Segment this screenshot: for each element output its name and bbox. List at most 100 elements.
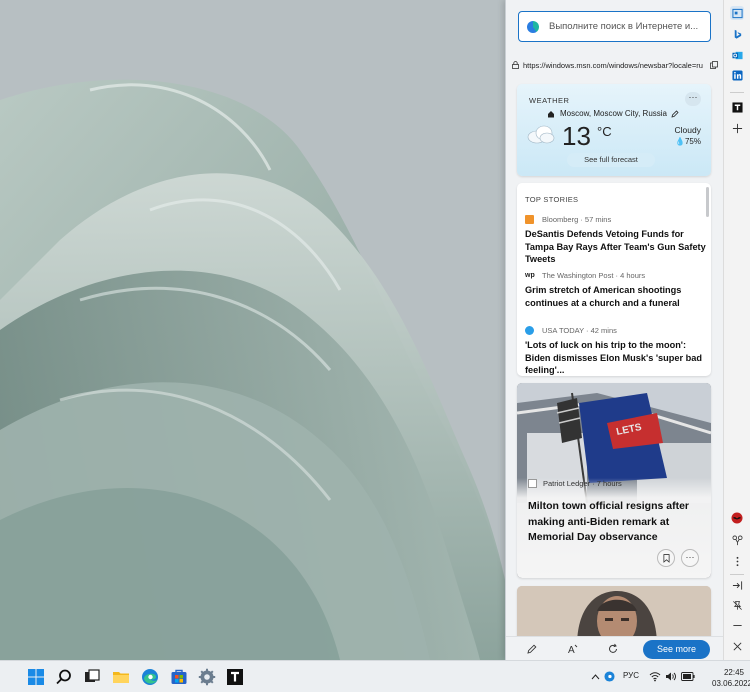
copy-icon[interactable]	[710, 61, 718, 69]
bookmark-button[interactable]	[657, 549, 675, 567]
story-headline[interactable]: 'Lots of luck on his trip to the moon': …	[525, 339, 707, 376]
url-text: https://windows.msn.com/windows/newsbar?…	[523, 60, 703, 70]
input-language[interactable]: РУС	[623, 671, 639, 680]
story-source: wp The Washington Post · 4 hours	[525, 270, 707, 280]
story-source: Bloomberg · 57 mins	[525, 214, 707, 224]
task-view-icon[interactable]	[83, 668, 101, 686]
story-item[interactable]: USA TODAY · 42 mins 'Lots of luck on his…	[525, 325, 707, 376]
see-more-button[interactable]: See more	[643, 640, 710, 659]
scrollbar[interactable]	[706, 187, 709, 217]
edge-sidebar-toolbar	[723, 0, 750, 660]
article-headline[interactable]: Milton town official resigns after makin…	[528, 499, 700, 546]
story-item[interactable]: Bloomberg · 57 mins DeSantis Defends Vet…	[525, 214, 707, 266]
tools-button[interactable]	[730, 533, 744, 547]
panel-bottom-bar: A See more	[506, 636, 723, 660]
see-full-forecast-button[interactable]: See full forecast	[567, 153, 655, 167]
personalize-icon[interactable]: A	[567, 643, 579, 655]
minimize-button[interactable]	[730, 618, 744, 632]
edge-browser-icon[interactable]	[141, 668, 159, 686]
weather-card[interactable]: WEATHER ··· Moscow, Moscow City, Russia …	[517, 84, 711, 176]
top-stories-card: TOP STORIES Bloomberg · 57 mins DeSantis…	[517, 183, 711, 376]
unpin-button[interactable]	[730, 598, 744, 612]
pencil-icon[interactable]	[671, 109, 679, 118]
home-icon	[548, 110, 554, 117]
svg-text:A: A	[568, 645, 575, 655]
close-button[interactable]	[730, 639, 744, 653]
article-source: Patriot Ledger · 7 hours	[528, 479, 622, 488]
bloomberg-logo-icon	[525, 214, 534, 224]
chevron-up-icon[interactable]	[591, 673, 600, 681]
bing-button[interactable]	[730, 27, 744, 41]
close-icon	[733, 642, 741, 650]
translate-app-icon[interactable]	[226, 668, 244, 686]
search-icon[interactable]	[55, 668, 73, 686]
taskbar: РУС 22:45 03.06.2022	[0, 660, 750, 692]
news-sidebar: https://windows.msn.com/windows/newsbar?…	[505, 0, 723, 660]
weather-humidity: 💧75%	[675, 137, 701, 146]
patriot-ledger-logo-icon	[528, 479, 537, 488]
extension-button[interactable]	[730, 511, 744, 525]
edge-icon	[527, 20, 539, 33]
feature-article-card[interactable]: LETS Patriot Ledger · 7 hours Milton tow…	[517, 383, 711, 578]
article-more-button[interactable]: ···	[681, 549, 699, 567]
unpin-icon	[732, 600, 742, 610]
more-vertical-icon	[736, 556, 738, 566]
plus-icon	[732, 123, 742, 133]
story-source-text: Bloomberg · 57 mins	[542, 214, 612, 224]
tools-icon	[732, 535, 742, 545]
battery-icon[interactable]	[681, 672, 695, 681]
clock-date: 03.06.2022	[712, 679, 750, 688]
weather-condition: Cloudy	[674, 125, 701, 135]
outlook-icon	[731, 51, 743, 59]
bookmark-icon	[662, 554, 670, 563]
news-icon	[731, 8, 743, 18]
clock-time: 22:45	[723, 668, 744, 677]
translate-button[interactable]	[730, 100, 744, 114]
weather-unit: °C	[597, 124, 612, 139]
edit-icon[interactable]	[526, 643, 538, 655]
washington-post-logo-icon: wp	[525, 271, 535, 279]
dock-right-icon	[732, 580, 742, 590]
article-source-text: Patriot Ledger · 7 hours	[543, 479, 622, 488]
weather-location-text: Moscow, Moscow City, Russia	[560, 109, 667, 118]
story-source-text: USA TODAY · 42 mins	[542, 325, 617, 335]
weather-temperature: 13	[562, 121, 591, 151]
news-tab-button[interactable]	[730, 6, 744, 20]
search-box[interactable]	[518, 11, 711, 42]
story-headline[interactable]: Grim stretch of American shootings conti…	[525, 284, 707, 309]
settings-icon[interactable]	[198, 668, 216, 686]
edge-tray-icon[interactable]	[604, 671, 615, 682]
file-explorer-icon[interactable]	[112, 668, 130, 686]
droplet-icon: 💧	[675, 137, 685, 146]
bing-icon	[734, 29, 741, 39]
story-source-text: The Washington Post · 4 hours	[542, 270, 646, 280]
weather-location[interactable]: Moscow, Moscow City, Russia	[547, 109, 679, 118]
toolbar-divider	[730, 92, 744, 93]
story-item[interactable]: wp The Washington Post · 4 hours Grim st…	[525, 270, 707, 309]
weather-more-button[interactable]: ···	[685, 92, 701, 106]
cloud-icon	[527, 125, 555, 144]
bat-icon	[731, 512, 743, 524]
start-icon[interactable]	[27, 668, 45, 686]
refresh-icon[interactable]	[607, 643, 619, 655]
more-options-button[interactable]	[730, 554, 744, 568]
taskbar-clock[interactable]: 22:45 03.06.2022	[712, 667, 750, 689]
linkedin-icon	[731, 69, 743, 81]
wifi-icon[interactable]	[649, 671, 661, 682]
dock-button[interactable]	[730, 578, 744, 592]
search-input[interactable]	[549, 21, 709, 32]
lock-icon	[512, 61, 519, 69]
humidity-value: 75%	[684, 137, 701, 146]
outlook-button[interactable]	[730, 48, 744, 62]
weather-title: WEATHER	[529, 96, 570, 105]
top-stories-title: TOP STORIES	[525, 195, 579, 204]
story-source: USA TODAY · 42 mins	[525, 325, 707, 335]
toolbar-divider	[730, 574, 744, 575]
translate-icon	[731, 101, 743, 113]
volume-icon[interactable]	[665, 671, 677, 682]
store-icon[interactable]	[170, 668, 188, 686]
minus-icon	[732, 624, 742, 626]
story-headline[interactable]: DeSantis Defends Vetoing Funds for Tampa…	[525, 228, 707, 266]
add-button[interactable]	[730, 121, 744, 135]
linkedin-button[interactable]	[730, 68, 744, 82]
